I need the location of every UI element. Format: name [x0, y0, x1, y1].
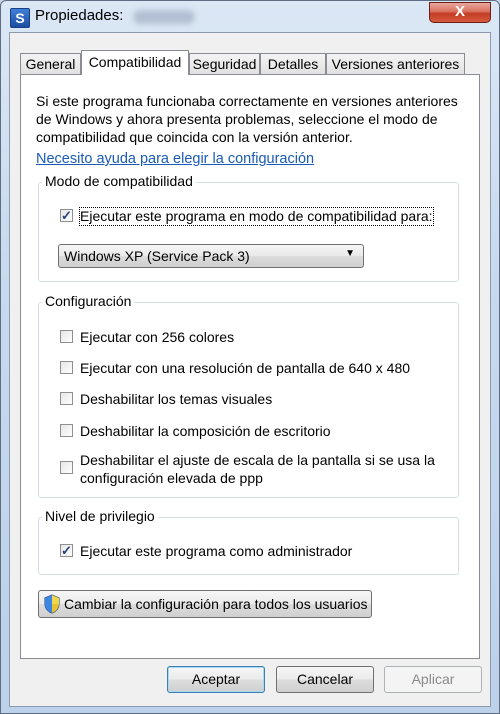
privilege-group-label: Nivel de privilegio: [42, 508, 158, 524]
compat-mode-checkbox[interactable]: ✓: [60, 209, 73, 222]
help-link[interactable]: Necesito ayuda para elegir la configurac…: [36, 151, 314, 167]
app-icon: S: [10, 8, 30, 28]
tab-seguridad[interactable]: Seguridad: [189, 53, 260, 74]
setting-640x480-checkbox[interactable]: [60, 361, 73, 374]
change-all-users-label: Cambiar la configuración para todos los …: [64, 596, 368, 612]
setting-disable-dpi-scaling-label-line1: Deshabilitar el ajuste de escala de la p…: [80, 452, 435, 468]
run-as-admin-row[interactable]: ✓ Ejecutar este programa como administra…: [60, 543, 450, 561]
setting-disable-themes-checkbox[interactable]: [60, 392, 73, 405]
setting-640x480-label: Ejecutar con una resolución de pantalla …: [80, 360, 411, 376]
setting-disable-themes-label: Deshabilitar los temas visuales: [80, 391, 273, 407]
setting-disable-composition-label: Deshabilitar la composición de escritori…: [80, 423, 331, 439]
run-as-admin-checkbox[interactable]: ✓: [60, 544, 73, 557]
window-title: Propiedades:: [35, 7, 124, 24]
chevron-down-icon: ▼: [345, 248, 355, 259]
description-text: Si este programa funcionaba correctament…: [36, 93, 458, 145]
tab-versiones-anteriores[interactable]: Versiones anteriores: [326, 53, 465, 74]
apply-button[interactable]: Aplicar: [384, 666, 482, 693]
setting-disable-composition-row[interactable]: Deshabilitar la composición de escritori…: [60, 423, 450, 441]
title-bar[interactable]: S Propiedades: X: [1, 1, 499, 33]
os-version-selected: Windows XP (Service Pack 3): [64, 248, 250, 264]
os-version-select[interactable]: Windows XP (Service Pack 3) ▼: [58, 244, 364, 268]
run-as-admin-label: Ejecutar este programa como administrado…: [80, 543, 353, 559]
setting-256-colors-row[interactable]: Ejecutar con 256 colores: [60, 329, 450, 347]
close-button[interactable]: X: [429, 2, 491, 23]
tab-detalles[interactable]: Detalles: [260, 53, 326, 74]
tab-general[interactable]: General: [20, 53, 81, 74]
setting-disable-dpi-scaling-checkbox[interactable]: [60, 461, 73, 474]
setting-640x480-row[interactable]: Ejecutar con una resolución de pantalla …: [60, 360, 450, 378]
uac-shield-icon: [44, 594, 60, 614]
setting-disable-dpi-scaling-row[interactable]: Deshabilitar el ajuste de escala de la p…: [60, 452, 450, 488]
compat-mode-group-label: Modo de compatibilidad: [42, 173, 196, 189]
setting-disable-themes-row[interactable]: Deshabilitar los temas visuales: [60, 391, 450, 409]
ok-button[interactable]: Aceptar: [167, 666, 265, 693]
setting-256-colors-checkbox[interactable]: [60, 330, 73, 343]
setting-disable-composition-checkbox[interactable]: [60, 424, 73, 437]
compat-mode-checkbox-label: Ejecutar este programa en modo de compat…: [79, 207, 434, 226]
blurred-filename: [133, 10, 195, 24]
properties-window: S Propiedades: X General Compatibilidad …: [0, 0, 500, 714]
compat-mode-checkbox-row[interactable]: ✓ Ejecutar este programa en modo de comp…: [60, 207, 450, 226]
settings-group-label: Configuración: [42, 293, 135, 309]
tab-compatibilidad[interactable]: Compatibilidad: [81, 50, 189, 75]
change-all-users-button[interactable]: Cambiar la configuración para todos los …: [38, 590, 372, 618]
setting-disable-dpi-scaling-label-line2: configuración elevada de ppp: [80, 470, 263, 486]
cancel-button[interactable]: Cancelar: [276, 666, 374, 693]
setting-256-colors-label: Ejecutar con 256 colores: [80, 329, 235, 345]
